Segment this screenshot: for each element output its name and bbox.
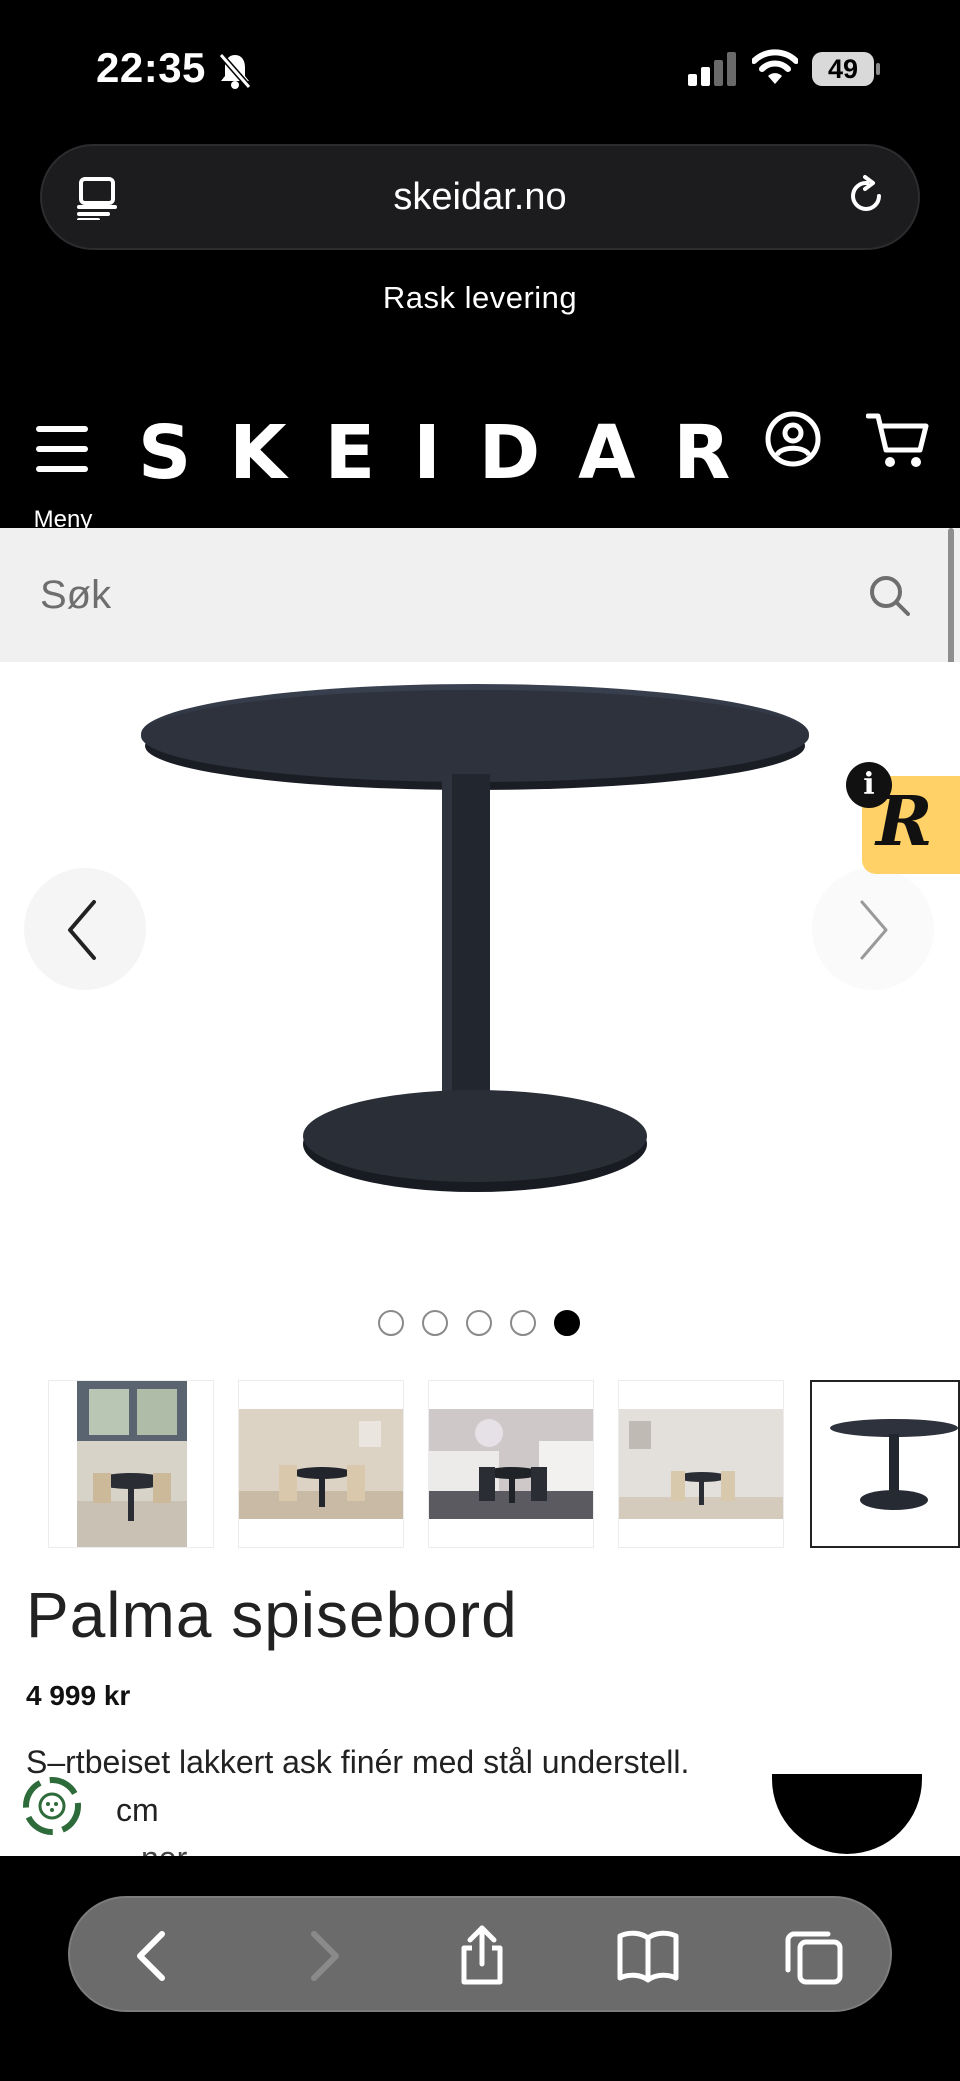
description-line: ner bbox=[26, 1834, 689, 1856]
description-line: cm bbox=[116, 1792, 159, 1828]
battery-icon: 49 bbox=[812, 52, 880, 86]
address-bar[interactable]: skeidar.no bbox=[40, 144, 920, 250]
eco-badge[interactable] bbox=[18, 1772, 86, 1840]
status-time: 22:35 bbox=[96, 44, 206, 91]
url-text[interactable]: skeidar.no bbox=[42, 146, 918, 248]
cellular-signal-icon bbox=[688, 52, 736, 86]
carousel-dot-active[interactable] bbox=[554, 1310, 580, 1336]
chat-button[interactable] bbox=[772, 1774, 922, 1854]
tabs-icon[interactable] bbox=[782, 1924, 846, 1988]
wifi-icon bbox=[752, 49, 798, 84]
description-line: S–rtbeiset lakkert ask finér med stål un… bbox=[26, 1744, 690, 1780]
battery-level: 49 bbox=[812, 52, 874, 86]
product-description: S–rtbeiset lakkert ask finér med stål un… bbox=[26, 1738, 689, 1856]
search-input[interactable]: Søk bbox=[40, 528, 111, 662]
reload-icon[interactable] bbox=[846, 174, 888, 220]
toolbar-pill bbox=[68, 1896, 892, 2012]
product-image bbox=[141, 684, 809, 1192]
recycle-icon bbox=[23, 1777, 81, 1835]
thumbnail[interactable] bbox=[618, 1380, 784, 1548]
product-title: Palma spisebord bbox=[26, 1579, 518, 1651]
share-icon[interactable] bbox=[450, 1924, 514, 1988]
thumbnail-strip bbox=[48, 1380, 960, 1548]
carousel-dot[interactable] bbox=[510, 1310, 536, 1336]
product-page: R i Palma spisebord 4 999 kr S–rtbeiset … bbox=[0, 662, 960, 1856]
forward-icon[interactable] bbox=[290, 1924, 354, 1988]
thumbnail[interactable] bbox=[428, 1380, 594, 1548]
carousel-prev-button[interactable] bbox=[24, 868, 146, 990]
back-icon[interactable] bbox=[122, 1924, 186, 1988]
image-carousel[interactable]: R i bbox=[0, 662, 960, 1302]
status-bar: 22:35 49 bbox=[0, 0, 960, 140]
info-icon[interactable]: i bbox=[846, 762, 892, 808]
site-header: Meny SKEIDAR bbox=[0, 380, 960, 533]
thumbnail-active[interactable] bbox=[810, 1380, 960, 1548]
search-icon[interactable] bbox=[868, 574, 912, 618]
account-icon[interactable] bbox=[764, 410, 822, 468]
chevron-left-icon bbox=[68, 900, 96, 960]
product-price: 4 999 kr bbox=[26, 1680, 131, 1711]
menu-button[interactable]: Meny bbox=[30, 410, 96, 533]
bookmarks-icon[interactable] bbox=[616, 1924, 680, 1988]
rating-widget[interactable]: R i bbox=[846, 762, 960, 912]
carousel-dot[interactable] bbox=[378, 1310, 404, 1336]
carousel-dot[interactable] bbox=[422, 1310, 448, 1336]
thumbnail[interactable] bbox=[48, 1380, 214, 1548]
site-logo[interactable]: SKEIDAR bbox=[138, 410, 768, 496]
browser-toolbar bbox=[0, 1856, 960, 2081]
carousel-dot[interactable] bbox=[466, 1310, 492, 1336]
announcement-banner: Rask levering bbox=[382, 280, 578, 315]
thumbnail[interactable] bbox=[238, 1380, 404, 1548]
search-bar[interactable]: Søk bbox=[0, 528, 960, 662]
cart-icon[interactable] bbox=[866, 410, 930, 470]
bell-slash-icon bbox=[218, 53, 252, 89]
